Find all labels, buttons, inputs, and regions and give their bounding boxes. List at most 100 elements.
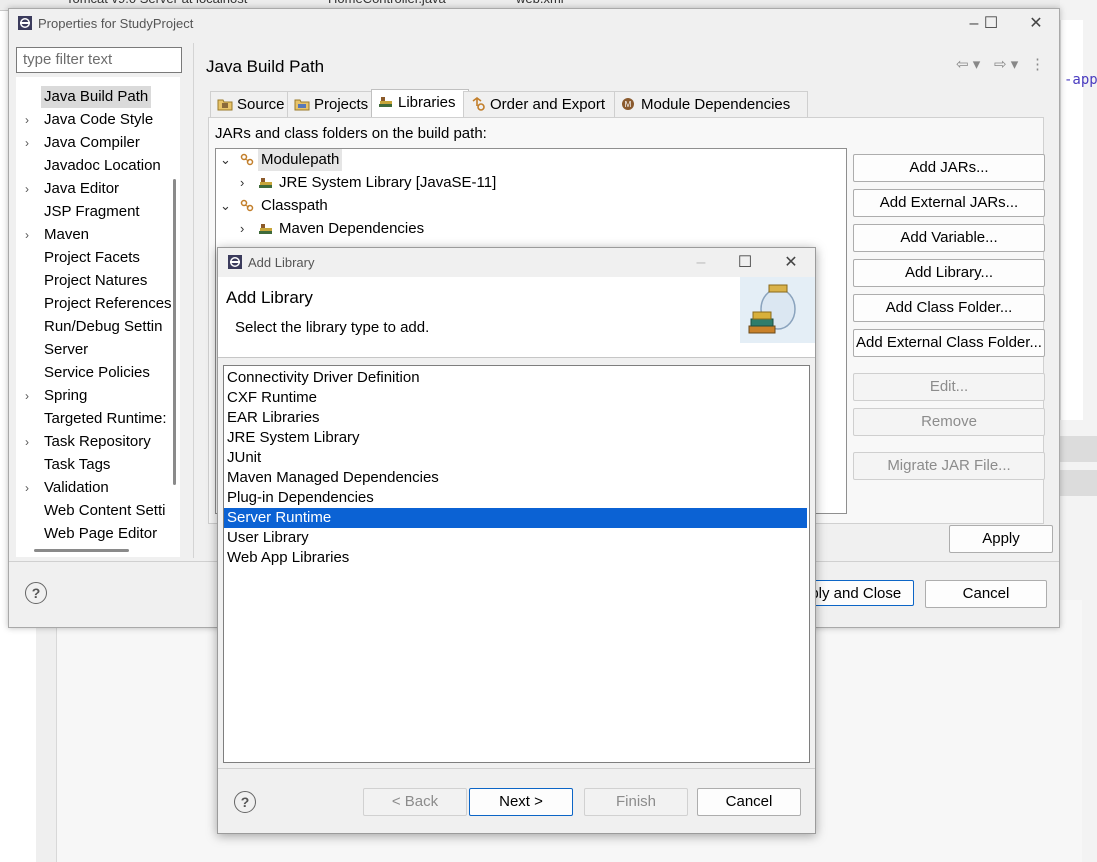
nav-item[interactable]: Task Tags: [16, 454, 180, 476]
nav-horizontal-scrollbar[interactable]: [34, 549, 129, 552]
minimize-icon[interactable]: –: [686, 252, 716, 274]
properties-cancel-button[interactable]: Cancel: [925, 580, 1047, 608]
nav-item[interactable]: Targeted Runtime:: [16, 408, 180, 430]
filter-field[interactable]: [16, 47, 182, 73]
nav-item[interactable]: Project Natures: [16, 270, 180, 292]
nav-item[interactable]: Web Content Setti: [16, 500, 180, 522]
nav-item-label: Server: [44, 341, 89, 358]
source-folder-icon: [217, 99, 233, 111]
apply-button[interactable]: Apply: [949, 525, 1053, 553]
add-library-cancel-button[interactable]: Cancel: [697, 788, 801, 816]
nav-item-label: JSP Fragment: [44, 203, 140, 220]
nav-item[interactable]: Run/Debug Settin: [16, 316, 180, 338]
library-type-item[interactable]: Maven Managed Dependencies: [224, 468, 807, 488]
library-banner-icon: [740, 277, 815, 343]
close-icon[interactable]: ✕: [1021, 13, 1051, 35]
library-type-list[interactable]: Connectivity Driver Definition CXF Runtim…: [223, 365, 810, 763]
library-type-item[interactable]: Web App Libraries: [224, 548, 807, 568]
header-description: Select the library type to add.: [235, 319, 430, 336]
add-variable-button[interactable]: Add Variable...: [853, 224, 1045, 252]
library-type-item[interactable]: Connectivity Driver Definition: [224, 368, 807, 388]
migrate-jar-button[interactable]: Migrate JAR File...: [853, 452, 1045, 480]
libraries-icon: [379, 97, 392, 107]
tab-libraries[interactable]: Libraries: [371, 89, 469, 119]
library-type-item[interactable]: User Library: [224, 528, 807, 548]
nav-item[interactable]: Server: [16, 339, 180, 361]
add-class-folder-button[interactable]: Add Class Folder...: [853, 294, 1045, 322]
next-button[interactable]: Next >: [469, 788, 573, 816]
library-type-item[interactable]: EAR Libraries: [224, 408, 807, 428]
tab-source[interactable]: Source: [210, 91, 291, 118]
svg-text:M: M: [625, 100, 632, 109]
nav-item-label: Project Natures: [44, 272, 148, 289]
filter-input[interactable]: [21, 50, 175, 69]
chevron-right-icon[interactable]: ›: [25, 224, 29, 246]
nav-item[interactable]: Service Policies: [16, 362, 180, 384]
more-menu-icon[interactable]: ⋮: [1030, 55, 1045, 73]
chevron-right-icon[interactable]: ›: [25, 178, 29, 200]
background-code-fragment: -app: [1064, 72, 1097, 88]
chevron-right-icon[interactable]: ›: [25, 385, 29, 407]
nav-vertical-scrollbar[interactable]: [173, 179, 176, 485]
nav-item[interactable]: › Validation: [16, 477, 180, 499]
nav-item-label: Web Content Setti: [44, 502, 166, 519]
nav-item-label: Task Tags: [44, 456, 111, 473]
nav-item[interactable]: Project References: [16, 293, 180, 315]
nav-item-label: Maven: [44, 226, 90, 243]
add-external-jars-button[interactable]: Add External JARs...: [853, 189, 1045, 217]
chevron-right-icon[interactable]: ›: [240, 218, 244, 240]
nav-item[interactable]: › Spring: [16, 385, 180, 407]
nav-item[interactable]: Web Page Editor: [16, 523, 180, 545]
help-icon[interactable]: ?: [234, 791, 256, 813]
projects-icon: [294, 99, 310, 111]
nav-item[interactable]: Java Build Path: [16, 86, 180, 108]
background-band: [1060, 470, 1097, 496]
chevron-right-icon[interactable]: ›: [240, 172, 244, 194]
library-type-item[interactable]: Plug-in Dependencies: [224, 488, 807, 508]
order-export-icon: [472, 97, 485, 111]
add-library-title: Add Library: [248, 255, 315, 270]
nav-item[interactable]: Javadoc Location: [16, 155, 180, 177]
add-jars-button[interactable]: Add JARs...: [853, 154, 1045, 182]
help-icon[interactable]: ?: [25, 582, 47, 604]
tab-order-export[interactable]: Order and Export: [463, 91, 620, 118]
nav-item[interactable]: › Java Compiler: [16, 132, 180, 154]
chevron-down-icon[interactable]: ⌄: [220, 149, 231, 171]
library-type-item[interactable]: Server Runtime: [224, 508, 807, 528]
nav-item[interactable]: Project Facets: [16, 247, 180, 269]
nav-item[interactable]: JSP Fragment: [16, 201, 180, 223]
library-type-item[interactable]: JRE System Library: [224, 428, 807, 448]
edit-button[interactable]: Edit...: [853, 373, 1045, 401]
finish-button[interactable]: Finish: [584, 788, 688, 816]
build-path-label: JARs and class folders on the build path…: [215, 125, 487, 142]
tab-module-dependencies[interactable]: M Module Dependencies: [614, 91, 808, 118]
back-arrow-icon[interactable]: ⇦ ▾: [956, 55, 980, 73]
tab-projects[interactable]: Projects: [287, 91, 375, 118]
back-button[interactable]: < Back: [363, 788, 467, 816]
nav-item[interactable]: › Java Editor: [16, 178, 180, 200]
nav-item-label: Web Page Editor: [44, 525, 158, 542]
library-type-item[interactable]: CXF Runtime: [224, 388, 807, 408]
nav-item[interactable]: › Java Code Style: [16, 109, 180, 131]
nav-item[interactable]: › Maven: [16, 224, 180, 246]
nav-item-label: Java Code Style: [44, 111, 154, 128]
close-icon[interactable]: ✕: [776, 252, 806, 274]
add-external-class-folder-button[interactable]: Add External Class Folder...: [853, 329, 1045, 357]
chevron-right-icon[interactable]: ›: [25, 477, 29, 499]
remove-button[interactable]: Remove: [853, 408, 1045, 436]
chevron-right-icon[interactable]: ›: [25, 132, 29, 154]
chevron-right-icon[interactable]: ›: [25, 431, 29, 453]
add-library-title-bar[interactable]: Add Library – ☐ ✕: [218, 248, 815, 276]
properties-title-bar[interactable]: Properties for StudyProject – ☐ ✕: [9, 9, 1059, 39]
maximize-icon[interactable]: ☐: [976, 13, 1006, 35]
maximize-icon[interactable]: ☐: [730, 252, 760, 274]
chevron-down-icon[interactable]: ⌄: [220, 195, 231, 217]
add-library-button[interactable]: Add Library...: [853, 259, 1045, 287]
library-type-item[interactable]: JUnit: [224, 448, 807, 468]
header-title: Add Library: [226, 288, 313, 307]
library-icon: [259, 224, 272, 234]
nav-item[interactable]: › Task Repository: [16, 431, 180, 453]
nav-item-label: Project References: [44, 295, 172, 312]
chevron-right-icon[interactable]: ›: [25, 109, 29, 131]
forward-arrow-icon[interactable]: ⇨ ▾: [994, 55, 1018, 73]
